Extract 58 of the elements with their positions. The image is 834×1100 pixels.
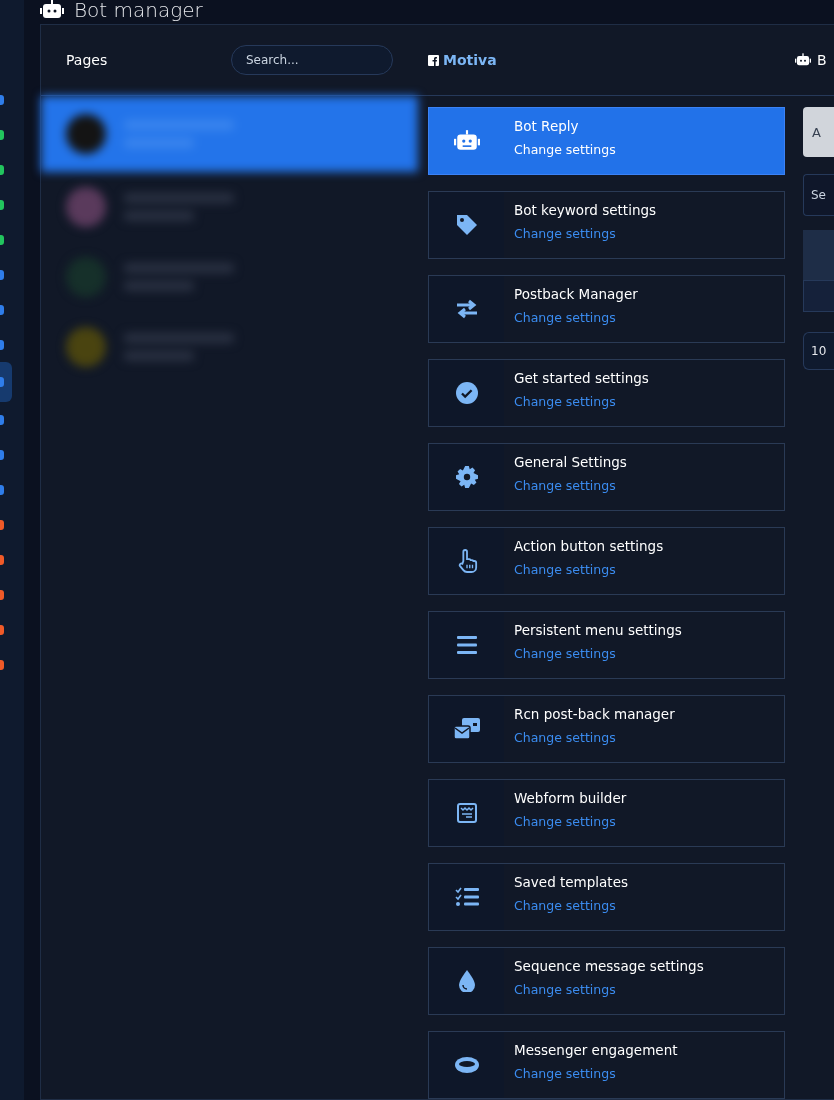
panel-title: Pages (66, 52, 108, 68)
envelopes-icon (453, 718, 480, 740)
droplet-icon (458, 970, 475, 992)
facebook-icon (428, 54, 439, 66)
settings-menu-item[interactable]: Action button settings Change settings (428, 527, 785, 595)
change-settings-link[interactable]: Change settings (514, 982, 704, 997)
exchange-icon (454, 299, 479, 319)
change-settings-link[interactable]: Change settings (514, 226, 657, 241)
page-size-select[interactable]: 10 (803, 332, 834, 370)
menu-item-title: Bot Reply (514, 118, 580, 134)
menu-item-title: Sequence message settings (514, 958, 704, 974)
change-settings-link[interactable]: Change settings (514, 898, 628, 913)
page-name: Motiva (443, 52, 497, 68)
menu-item-title: Postback Manager (514, 286, 638, 302)
menu-item-title: Persistent menu settings (514, 622, 682, 638)
panel-title: B (817, 52, 827, 68)
menu-item-title: Bot keyword settings (514, 202, 657, 218)
change-settings-link[interactable]: Change settings (514, 646, 682, 661)
menu-item-title: Webform builder (514, 790, 627, 806)
robot-icon (453, 130, 480, 152)
action-button[interactable]: A (803, 107, 834, 157)
menu-item-title: Action button settings (514, 538, 664, 554)
settings-icon (455, 466, 478, 488)
page-list-item[interactable] (41, 96, 418, 172)
settings-menu-item[interactable]: General Settings Change settings (428, 443, 785, 511)
change-settings-link[interactable]: Change settings (514, 394, 649, 409)
change-settings-link[interactable]: Change settings (514, 478, 627, 493)
settings-menu-item[interactable]: Bot Reply Change settings (428, 107, 785, 175)
change-settings-link[interactable]: Change settings (514, 562, 664, 577)
change-settings-link[interactable]: Change settings (514, 730, 675, 745)
change-settings-link[interactable]: Change settings (514, 1066, 678, 1081)
change-settings-link[interactable]: Change settings (514, 310, 638, 325)
form-icon (456, 803, 477, 823)
settings-menu-item[interactable]: Webform builder Change settings (428, 779, 785, 847)
settings-menu-item[interactable]: Persistent menu settings Change settings (428, 611, 785, 679)
settings-menu-item[interactable]: Saved templates Change settings (428, 863, 785, 931)
robot-icon (795, 53, 811, 67)
search-field[interactable]: Search... (231, 45, 393, 75)
settings-menu-item[interactable]: Sequence message settings Change settings (428, 947, 785, 1015)
menu-item-title: Messenger engagement (514, 1042, 678, 1058)
settings-menu-item[interactable]: Postback Manager Change settings (428, 275, 785, 343)
select-field[interactable]: Se (803, 174, 834, 216)
menu-item-title: Saved templates (514, 874, 628, 890)
settings-menu-item[interactable]: Rcn post-back manager Change settings (428, 695, 785, 763)
check-circle-icon (455, 382, 478, 404)
page-title: Bot manager (74, 0, 203, 22)
tag-icon (454, 213, 479, 237)
menu-item-title: Rcn post-back manager (514, 706, 675, 722)
settings-menu-item[interactable]: Messenger engagement Change settings (428, 1031, 785, 1099)
settings-menu-item[interactable]: Bot keyword settings Change settings (428, 191, 785, 259)
menu-item-title: Get started settings (514, 370, 649, 386)
menu-item-title: General Settings (514, 454, 627, 470)
change-settings-link[interactable]: Change settings (514, 142, 616, 157)
menu-icon (456, 636, 477, 654)
settings-menu-item[interactable]: Get started settings Change settings (428, 359, 785, 427)
change-settings-link[interactable]: Change settings (514, 814, 627, 829)
checklist-icon (454, 887, 479, 907)
ring-icon (454, 1057, 479, 1073)
